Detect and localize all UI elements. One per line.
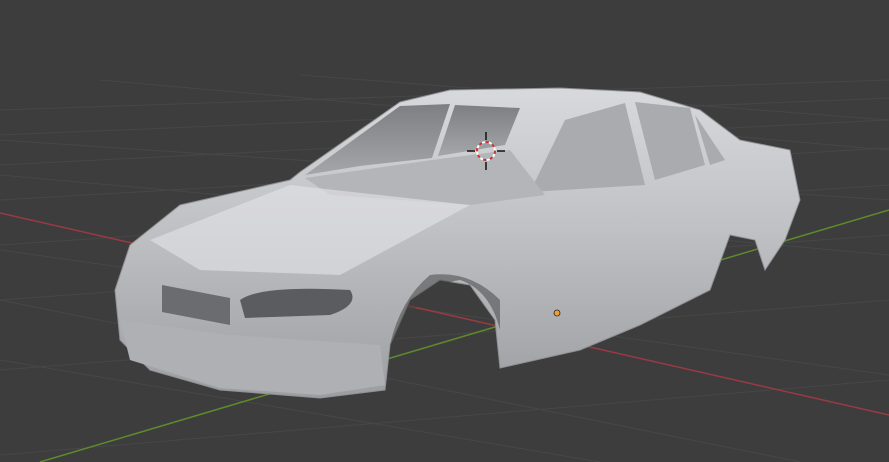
origin-point-icon (553, 309, 561, 317)
3d-viewport[interactable] (0, 0, 889, 462)
viewport-canvas[interactable] (0, 0, 889, 462)
car-body-mesh[interactable] (114, 87, 801, 399)
